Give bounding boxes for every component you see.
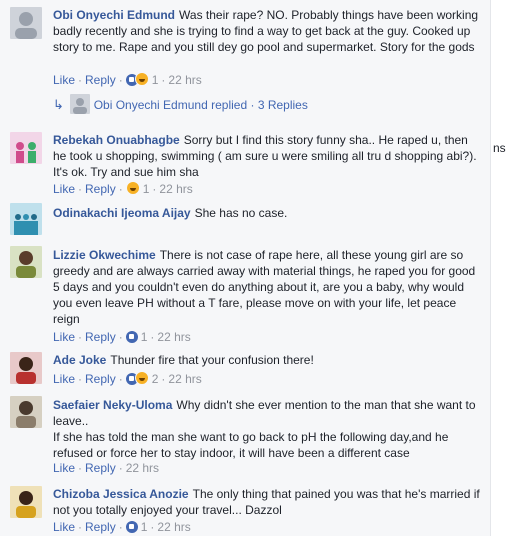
commenter-name[interactable]: Odinakachi Ijeoma Aijay: [53, 206, 191, 220]
timestamp[interactable]: 22 hrs: [168, 73, 201, 87]
comment-actions: Like · Reply · 1 · 22 hrs: [53, 330, 191, 344]
avatar[interactable]: [10, 7, 42, 39]
commenter-name[interactable]: Rebekah Onuabhagbe: [53, 133, 180, 147]
commenter-name[interactable]: Saefaier Neky-Uloma: [53, 398, 172, 412]
comment-actions: Like · Reply · 22 hrs: [53, 461, 160, 475]
comment-body: Saefaier Neky-Uloma Why didn't she ever m…: [53, 397, 484, 461]
timestamp[interactable]: 22 hrs: [168, 372, 201, 386]
timestamp[interactable]: 22 hrs: [126, 461, 159, 475]
like-reaction-icon[interactable]: [125, 521, 138, 533]
reaction-count[interactable]: 1: [143, 182, 150, 196]
timestamp[interactable]: 22 hrs: [159, 182, 192, 196]
commenter-name[interactable]: Ade Joke: [53, 353, 106, 367]
reply-button[interactable]: Reply: [85, 461, 116, 475]
comment-actions: Like · Reply · 1 · 22 hrs: [53, 72, 202, 87]
reaction-count[interactable]: 1: [141, 520, 148, 534]
comment-text-continued: If she has told the man she want to go b…: [53, 430, 449, 460]
haha-reaction-icon[interactable]: [134, 72, 149, 86]
comment-body: Odinakachi Ijeoma Aijay She has no case.: [53, 205, 484, 221]
reply-avatar: [70, 94, 91, 114]
like-button[interactable]: Like: [53, 330, 75, 344]
avatar[interactable]: [10, 396, 42, 428]
reply-button[interactable]: Reply: [85, 182, 116, 196]
cropped-side-text: ns: [493, 141, 506, 155]
reply-button[interactable]: Reply: [85, 372, 116, 386]
comment-feed: Obi Onyechi Edmund Was their rape? NO. Pr…: [0, 0, 491, 536]
commenter-name[interactable]: Obi Onyechi Edmund: [53, 8, 175, 22]
like-reaction-icon[interactable]: [125, 331, 138, 343]
replier-name[interactable]: Obi Onyechi Edmund: [94, 98, 208, 112]
comment-actions: Like · Reply · 1 · 22 hrs: [53, 181, 193, 196]
like-button[interactable]: Like: [53, 73, 75, 87]
like-button[interactable]: Like: [53, 372, 75, 386]
haha-reaction-icon[interactable]: [125, 181, 140, 195]
comment-actions: Like · Reply · 2 · 22 hrs: [53, 371, 202, 386]
timestamp[interactable]: 22 hrs: [157, 520, 190, 534]
comment-body: Obi Onyechi Edmund Was their rape? NO. Pr…: [53, 7, 484, 55]
commenter-name[interactable]: Chizoba Jessica Anozie: [53, 487, 189, 501]
avatar[interactable]: [10, 486, 42, 518]
reaction-count[interactable]: 1: [152, 73, 159, 87]
replies-summary[interactable]: ↳ Obi Onyechi Edmund replied · 3 Replies: [53, 94, 308, 114]
replied-label: replied: [211, 98, 248, 112]
comment-body: Rebekah Onuabhagbe Sorry but I find this …: [53, 132, 484, 180]
comment-text: She has no case.: [194, 206, 288, 220]
comment-body: Lizzie Okwechime There is not case of rap…: [53, 247, 484, 327]
like-button[interactable]: Like: [53, 182, 75, 196]
reply-button[interactable]: Reply: [85, 330, 116, 344]
view-replies-link[interactable]: 3 Replies: [258, 98, 308, 112]
reaction-count[interactable]: 1: [141, 330, 148, 344]
comment-body: Ade Joke Thunder fire that your confusion…: [53, 352, 484, 368]
commenter-name[interactable]: Lizzie Okwechime: [53, 248, 156, 262]
comment-actions: Like · Reply · 1 · 22 hrs: [53, 520, 191, 534]
avatar[interactable]: [10, 352, 42, 384]
avatar[interactable]: [10, 203, 42, 235]
comment-text: Thunder fire that your confusion there!: [110, 353, 314, 367]
timestamp[interactable]: 22 hrs: [157, 330, 190, 344]
avatar[interactable]: [10, 132, 42, 164]
avatar[interactable]: [10, 246, 42, 278]
haha-reaction-icon[interactable]: [134, 371, 149, 385]
comment-body: Chizoba Jessica Anozie The only thing tha…: [53, 486, 484, 518]
reply-arrow-icon: ↳: [53, 97, 64, 112]
reply-button[interactable]: Reply: [85, 73, 116, 87]
like-button[interactable]: Like: [53, 461, 75, 475]
reaction-count[interactable]: 2: [152, 372, 159, 386]
reply-button[interactable]: Reply: [85, 520, 116, 534]
like-button[interactable]: Like: [53, 520, 75, 534]
